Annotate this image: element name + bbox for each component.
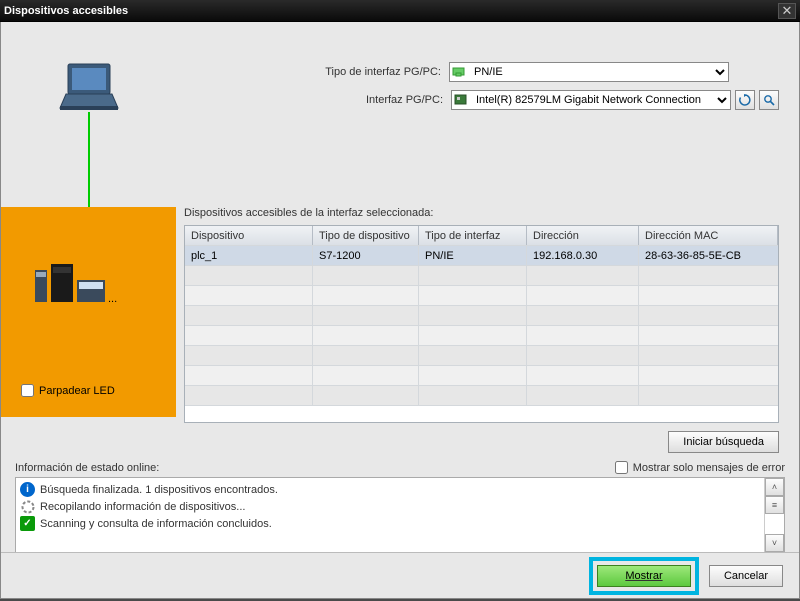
svg-text:...: ... — [108, 293, 117, 305]
col-mac[interactable]: Dirección MAC — [639, 226, 778, 245]
status-header: Información de estado online: Mostrar so… — [15, 461, 785, 474]
dialog-content: Tipo de interfaz PG/PC: PN/IE Interfaz P… — [0, 22, 800, 599]
blink-led-label: Parpadear LED — [39, 385, 115, 397]
dialog-title: Dispositivos accesibles — [4, 5, 778, 17]
interface-type-label: Tipo de interfaz PG/PC: — [319, 66, 449, 78]
cell-iftype: PN/IE — [419, 246, 527, 265]
status-text: Scanning y consulta de información concl… — [40, 518, 272, 530]
table-empty-row — [185, 366, 778, 386]
network-diagram — [1, 32, 176, 207]
cell-mac: 28-63-36-85-5E-CB — [639, 246, 778, 265]
blink-led-checkbox[interactable]: Parpadear LED — [21, 384, 115, 397]
plc-devices-icon: ... — [31, 262, 121, 307]
errors-only-input[interactable] — [615, 461, 628, 474]
interface-type-row: Tipo de interfaz PG/PC: PN/IE — [176, 62, 779, 82]
col-devtype[interactable]: Tipo de dispositivo — [313, 226, 419, 245]
table-row[interactable]: plc_1 S7-1200 PN/IE 192.168.0.30 28-63-3… — [185, 246, 778, 266]
cell-devtype: S7-1200 — [313, 246, 419, 265]
errors-only-label: Mostrar solo mensajes de error — [633, 462, 785, 474]
mid-area: ... Parpadear LED Dispositivos accesible… — [1, 207, 799, 423]
search-icon[interactable] — [759, 90, 779, 110]
interface-select[interactable]: Intel(R) 82579LM Gigabit Network Connect… — [451, 90, 731, 110]
info-icon: i — [20, 482, 35, 497]
cell-addr: 192.168.0.30 — [527, 246, 639, 265]
show-button-highlight: Mostrar — [589, 557, 699, 595]
table-empty-row — [185, 346, 778, 366]
bottom-bar: Mostrar Cancelar — [1, 552, 799, 598]
interface-select-wrap: Intel(R) 82579LM Gigabit Network Connect… — [451, 90, 731, 110]
check-icon: ✓ — [20, 516, 35, 531]
search-button-row: Iniciar búsqueda — [1, 423, 799, 457]
start-search-button[interactable]: Iniciar búsqueda — [668, 431, 779, 453]
status-text: Recopilando información de dispositivos.… — [40, 501, 245, 513]
connection-line — [88, 112, 90, 207]
interface-row: Interfaz PG/PC: Intel(R) 82579LM Gigabit… — [176, 90, 779, 110]
network-plug-icon — [452, 65, 465, 78]
table-header-row: Dispositivo Tipo de dispositivo Tipo de … — [185, 226, 778, 246]
config-panel: Tipo de interfaz PG/PC: PN/IE Interfaz P… — [176, 32, 799, 207]
table-empty-row — [185, 306, 778, 326]
errors-only-checkbox[interactable]: Mostrar solo mensajes de error — [615, 461, 785, 474]
col-addr[interactable]: Dirección — [527, 226, 639, 245]
devices-table: Dispositivo Tipo de dispositivo Tipo de … — [184, 225, 779, 423]
interface-type-select[interactable]: PN/IE — [449, 62, 729, 82]
progress-icon — [20, 499, 35, 514]
status-scrollbar: ˄ ≡ ˅ — [764, 478, 784, 552]
nic-icon — [454, 93, 467, 106]
blink-led-input[interactable] — [21, 384, 34, 397]
status-item: i Búsqueda finalizada. 1 dispositivos en… — [20, 481, 760, 498]
devices-table-area: Dispositivos accesibles de la interfaz s… — [176, 207, 799, 423]
table-empty-row — [185, 286, 778, 306]
interface-type-select-wrap: PN/IE — [449, 62, 729, 82]
interface-label: Interfaz PG/PC: — [321, 94, 451, 106]
status-box: i Búsqueda finalizada. 1 dispositivos en… — [15, 477, 785, 553]
table-caption: Dispositivos accesibles de la interfaz s… — [184, 207, 779, 219]
status-heading: Información de estado online: — [15, 462, 615, 474]
status-section: Información de estado online: Mostrar so… — [1, 457, 799, 553]
table-empty-row — [185, 386, 778, 406]
table-empty-row — [185, 266, 778, 286]
cell-device: plc_1 — [185, 246, 313, 265]
titlebar: Dispositivos accesibles ✕ — [0, 0, 800, 22]
status-item: ✓ Scanning y consulta de información con… — [20, 515, 760, 532]
table-empty-row — [185, 326, 778, 346]
status-text: Búsqueda finalizada. 1 dispositivos enco… — [40, 484, 278, 496]
col-device[interactable]: Dispositivo — [185, 226, 313, 245]
device-visual-panel: ... Parpadear LED — [1, 207, 176, 417]
laptop-icon — [54, 62, 124, 112]
status-item: Recopilando información de dispositivos.… — [20, 498, 760, 515]
refresh-icon[interactable] — [735, 90, 755, 110]
close-icon[interactable]: ✕ — [778, 3, 796, 19]
top-area: Tipo de interfaz PG/PC: PN/IE Interfaz P… — [1, 22, 799, 207]
col-iftype[interactable]: Tipo de interfaz — [419, 226, 527, 245]
scroll-down-icon[interactable]: ˅ — [765, 534, 784, 552]
scroll-menu-icon[interactable]: ≡ — [765, 496, 784, 514]
cancel-button[interactable]: Cancelar — [709, 565, 783, 587]
status-list: i Búsqueda finalizada. 1 dispositivos en… — [16, 478, 764, 552]
show-button[interactable]: Mostrar — [597, 565, 691, 587]
scroll-up-icon[interactable]: ˄ — [765, 478, 784, 496]
